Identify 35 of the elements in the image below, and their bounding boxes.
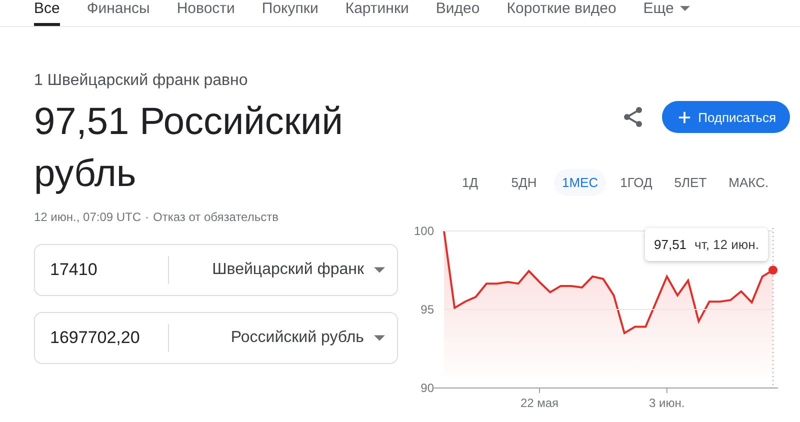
period-tab[interactable]: МАКС. — [720, 169, 777, 196]
nav-tab[interactable]: Покупки — [262, 0, 318, 26]
amount-field[interactable]: 1697702,20 — [35, 328, 168, 348]
nav-tab[interactable]: Все — [34, 0, 60, 26]
caret-icon — [374, 267, 385, 273]
amount-field[interactable]: 17410 — [35, 260, 168, 280]
subtitle: 1 Швейцарский франк равно — [34, 72, 249, 90]
currency-select[interactable]: Швейцарский франк — [169, 261, 397, 279]
axis-label: 22 мая — [520, 396, 559, 410]
period-tab[interactable]: 1ГОД — [612, 169, 660, 196]
axis-label: 100 — [414, 224, 434, 238]
axis-label: 95 — [420, 302, 434, 316]
timestamp: 12 июн., 07:09 UTC — [34, 210, 142, 224]
period-tab[interactable]: 5ЛЕТ — [666, 169, 715, 196]
nav-tab[interactable]: Видео — [436, 0, 480, 26]
nav-tab[interactable]: Новости — [176, 0, 235, 26]
tooltip-date: чт, 12 июн. — [694, 237, 759, 252]
currency-select[interactable]: Российский рубль — [169, 329, 397, 347]
period-tab[interactable]: 1МЕС — [554, 169, 606, 196]
disclaimer-link[interactable]: Отказ от обязательств — [153, 210, 278, 224]
nav-tab[interactable]: Картинки — [345, 0, 409, 26]
nav-tab[interactable]: Короткие видео — [506, 0, 616, 26]
period-tab[interactable]: 5ДН — [500, 169, 548, 196]
axis-label: 90 — [420, 381, 434, 395]
tooltip-value: 97,51 — [654, 237, 687, 252]
nav-tab[interactable]: Финансы — [86, 0, 150, 26]
nav-tab[interactable]: Еще — [643, 0, 690, 26]
data-point — [768, 266, 778, 275]
separator: · — [145, 210, 150, 224]
plus-icon — [678, 110, 692, 124]
caret-icon — [374, 335, 385, 341]
period-tab[interactable]: 1Д — [446, 169, 494, 196]
exchange-rate: 97,51 Российский рубль — [34, 100, 344, 197]
subscribe-button[interactable]: Подписаться — [662, 101, 790, 133]
axis-label: 3 июн. — [649, 396, 685, 410]
